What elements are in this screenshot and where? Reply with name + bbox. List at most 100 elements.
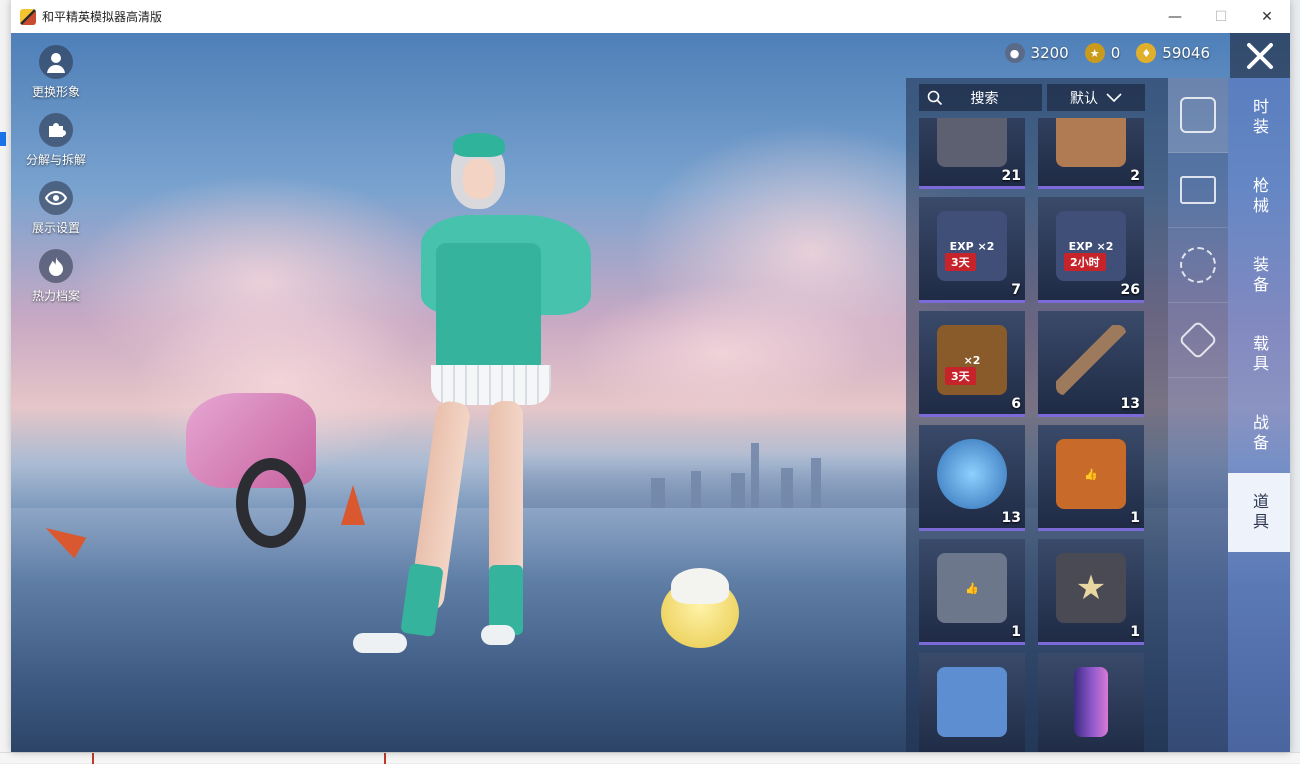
item-cell[interactable]: EXP ×2 2小时 26 [1038,197,1144,303]
item-quantity: 21 [1001,168,1021,184]
tab-equipment[interactable]: 装备 [1228,236,1290,315]
tab-column: 时装 枪械 装备 载具 战备 道具 [1228,78,1290,752]
currency-bonus[interactable]: ★ 0 [1084,43,1121,63]
card-icon [1180,97,1216,133]
inventory-toolbar: 搜索 默认 [919,84,1145,111]
gold-coin-value: 59046 [1162,44,1210,62]
display-settings-label: 展示设置 [31,221,80,235]
item-cell[interactable]: 👍 1 [1038,425,1144,531]
skyline-tower [691,471,701,513]
flame-icon [39,249,73,283]
star-badge-icon: ★ [1056,553,1126,623]
item-cell[interactable]: 21 [919,118,1025,189]
item-quantity: 1 [1130,510,1140,526]
currency-gold[interactable]: ♦ 59046 [1136,43,1210,63]
eye-icon [39,181,73,215]
firework-icon [1180,247,1216,283]
title-bar: 和平精英模拟器高清版 — ☐ ✕ [11,0,1290,33]
desktop-marker [384,753,386,764]
item-quantity: 1 [1011,624,1021,640]
inventory-panel: 搜索 默认 21 2 EXP ×2 3天 7 EXP ×2 2小时 26 ×2 3天 6 1… [906,78,1168,752]
spray-can-icon [1074,667,1108,737]
character-face [463,159,495,199]
character-beret [453,133,505,157]
item-quantity: 7 [1011,282,1021,298]
close-icon [1247,42,1273,69]
puzzle-orb-icon [937,439,1007,509]
item-cell[interactable]: EXP ×2 3天 7 [919,197,1025,303]
sort-dropdown[interactable]: 默认 [1047,84,1145,111]
search-input[interactable]: 搜索 [919,84,1042,111]
item-quantity: 13 [1001,510,1021,526]
change-appearance-button[interactable]: 更换形象 [21,45,91,113]
duration-tag: 3天 [945,367,976,385]
duration-tag: 2小时 [1064,253,1106,271]
category-firework[interactable] [1168,228,1228,303]
silver-coin-value: 3200 [1030,44,1069,62]
item-cell[interactable] [1038,653,1144,752]
item-quantity: 2 [1130,168,1140,184]
category-card[interactable] [1168,78,1228,153]
desktop-accent [0,132,6,146]
desktop-bottom-strip [0,752,1300,764]
item-cell[interactable]: 👍 1 [919,539,1025,645]
item-cell[interactable]: ×2 3天 6 [919,311,1025,417]
item-quantity: 26 [1120,282,1140,298]
supply-crate-icon [1056,118,1126,167]
item-quantity: 1 [1130,624,1140,640]
category-column [1168,78,1228,752]
minimize-button[interactable]: — [1152,0,1198,33]
item-cell[interactable]: ★ 1 [1038,539,1144,645]
item-quantity: 6 [1011,396,1021,412]
item-quantity: 13 [1120,396,1140,412]
tab-battle-prep[interactable]: 战备 [1228,394,1290,473]
spring-parts-icon [937,118,1007,167]
app-window: 和平精英模拟器高清版 — ☐ ✕ 更换形象 分解与拆解 展示设置 热力档案 ● … [11,0,1290,752]
silver-medal-icon: 👍 [937,553,1007,623]
search-label: 搜索 [970,90,999,107]
tab-fashion[interactable]: 时装 [1228,78,1290,157]
category-ticket[interactable] [1168,303,1228,378]
character-skirt [431,365,551,405]
tab-vehicles[interactable]: 载具 [1228,315,1290,394]
character-jacket [436,243,541,373]
currency-silver[interactable]: ● 3200 [1004,43,1069,63]
chevron-down-icon [1106,92,1122,102]
skyline-tower [751,443,759,513]
item-cell[interactable] [919,653,1025,752]
game-viewport: 更换形象 分解与拆解 展示设置 热力档案 ● 3200 ★ 0 ♦ 59046 … [11,33,1290,752]
gold-coin-icon: ♦ [1136,43,1157,63]
tab-firearms[interactable]: 枪械 [1228,157,1290,236]
gold-medal-icon: 👍 [1056,439,1126,509]
app-icon [20,8,36,25]
tab-props[interactable]: 道具 [1228,473,1290,552]
maximize-button[interactable]: ☐ [1198,0,1244,33]
close-window-button[interactable]: ✕ [1244,0,1290,33]
item-cell[interactable]: 13 [919,425,1025,531]
currency-bar: ● 3200 ★ 0 ♦ 59046 [1004,43,1210,63]
motorcycle [176,378,326,548]
chick-hat [671,568,729,604]
left-menu: 更换形象 分解与拆解 展示设置 热力档案 [21,45,91,317]
heat-archive-label: 热力档案 [31,289,80,303]
planet-card-icon [937,667,1007,737]
desktop-marker [92,753,94,764]
bonus-coin-value: 0 [1110,44,1121,62]
item-cell[interactable]: 13 [1038,311,1144,417]
change-appearance-label: 更换形象 [31,85,80,99]
item-grid: 21 2 EXP ×2 3天 7 EXP ×2 2小时 26 ×2 3天 6 13 13 👍… [919,118,1144,752]
puzzle-icon [39,113,73,147]
cloud [571,283,871,423]
window-title: 和平精英模拟器高清版 [42,10,163,24]
category-chest[interactable] [1168,153,1228,228]
close-inventory-button[interactable] [1230,33,1290,78]
chest-icon [1180,176,1216,204]
decompose-button[interactable]: 分解与拆解 [21,113,91,181]
skyline-tower [781,468,793,513]
motorcycle-wheel [236,458,306,548]
heat-archive-button[interactable]: 热力档案 [21,249,91,317]
item-cell[interactable]: 2 [1038,118,1144,189]
display-settings-button[interactable]: 展示设置 [21,181,91,249]
avatar-icon [39,45,73,79]
bonus-coin-icon: ★ [1084,43,1105,63]
